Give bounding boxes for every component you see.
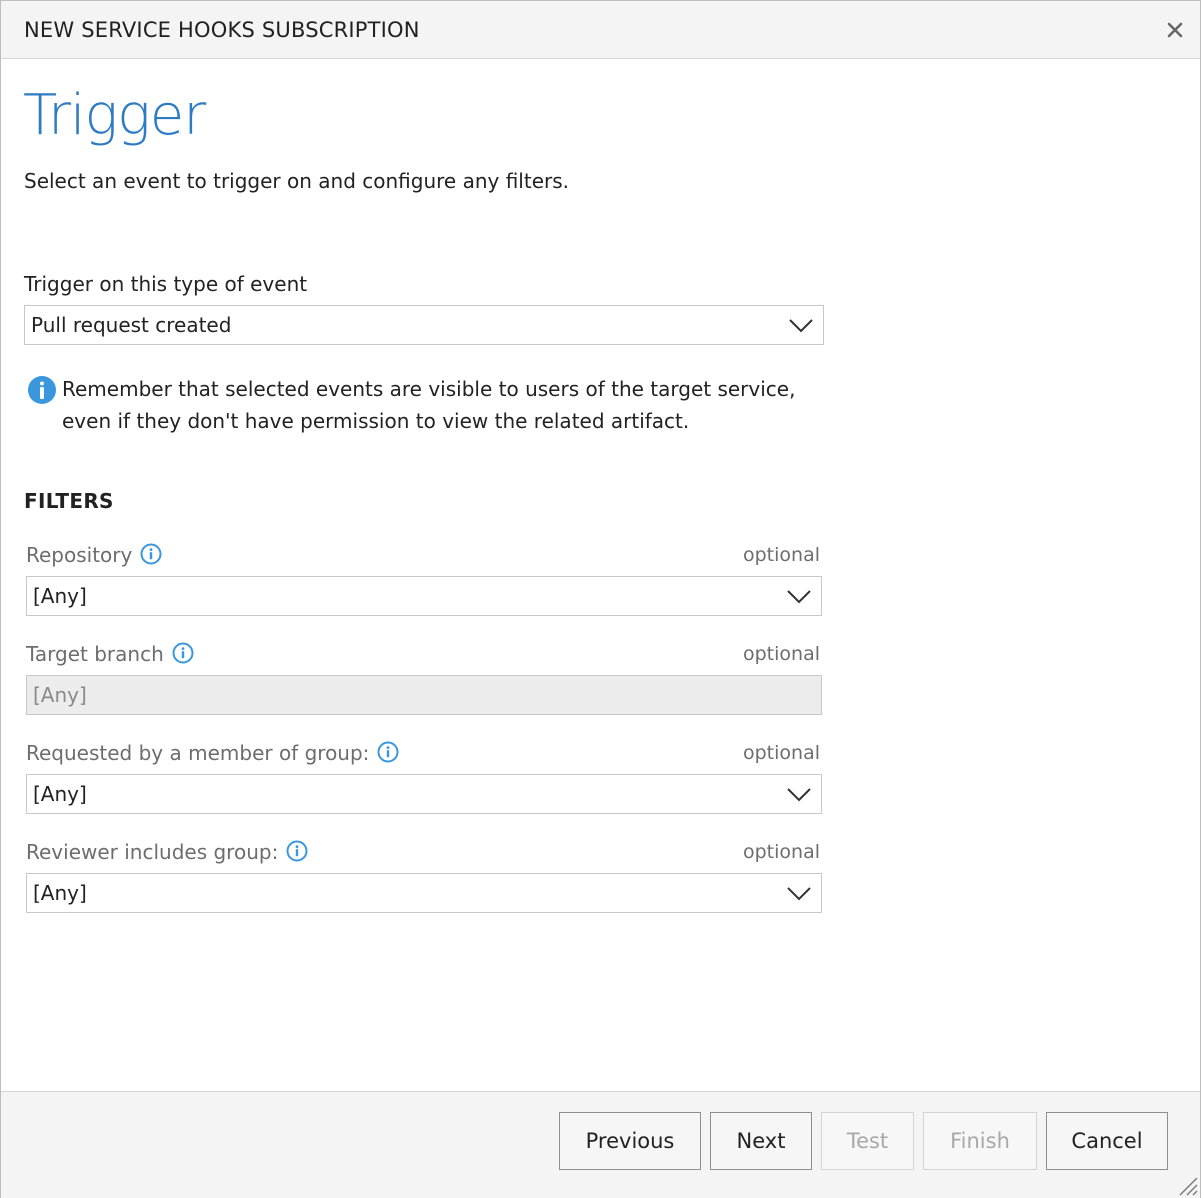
reviewer-value: [Any] [33,881,87,905]
target-branch-label: Target branch [26,642,194,666]
repository-optional: optional [742,544,820,566]
dialog-title: NEW SERVICE HOOKS SUBSCRIPTION [24,18,420,42]
event-type-label: Trigger on this type of event [24,272,308,296]
resize-grip-icon[interactable] [1176,1174,1198,1196]
reviewer-label: Reviewer includes group: [26,840,308,864]
dialog-titlebar: NEW SERVICE HOOKS SUBSCRIPTION [1,1,1200,59]
chevron-down-icon [787,590,811,604]
event-type-dropdown[interactable]: Pull request created [24,305,824,345]
cancel-button[interactable]: Cancel [1046,1112,1168,1170]
previous-button[interactable]: Previous [559,1112,701,1170]
next-button[interactable]: Next [710,1112,812,1170]
repository-label: Repository [26,543,162,567]
info-icon[interactable] [172,642,194,664]
reviewer-dropdown[interactable]: [Any] [26,873,822,913]
target-branch-field: [Any] [26,675,822,715]
requested-by-value: [Any] [33,782,87,806]
info-icon [28,376,56,404]
repository-dropdown[interactable]: [Any] [26,576,822,616]
info-icon[interactable] [377,741,399,763]
note-text: Remember that selected events are visibl… [62,377,796,433]
info-icon[interactable] [140,543,162,565]
chevron-down-icon [787,788,811,802]
target-branch-value: [Any] [33,683,87,707]
chevron-down-icon [789,319,813,333]
finish-button: Finish [923,1112,1037,1170]
event-type-value: Pull request created [31,313,232,337]
service-hooks-dialog: NEW SERVICE HOOKS SUBSCRIPTION Trigger S… [0,0,1201,1198]
requested-by-optional: optional [742,742,820,764]
page-title: Trigger [23,83,206,148]
test-button: Test [821,1112,914,1170]
info-icon[interactable] [286,840,308,862]
chevron-down-icon [787,887,811,901]
target-branch-optional: optional [742,643,820,665]
filters-heading: FILTERS [24,489,114,513]
repository-value: [Any] [33,584,87,608]
dialog-footer: Previous Next Test Finish Cancel [1,1091,1200,1198]
close-icon[interactable] [1166,21,1184,39]
requested-by-label: Requested by a member of group: [26,741,399,765]
page-subtitle: Select an event to trigger on and config… [24,169,569,193]
requested-by-dropdown[interactable]: [Any] [26,774,822,814]
reviewer-optional: optional [742,841,820,863]
